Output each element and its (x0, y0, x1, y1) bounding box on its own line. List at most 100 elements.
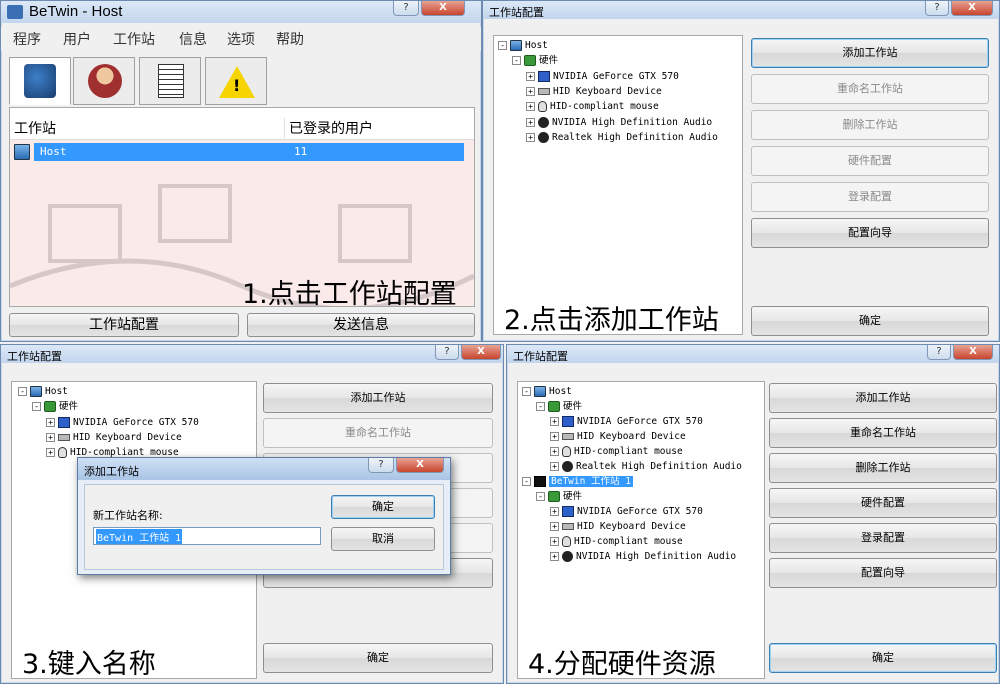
exclamation-icon: ! (233, 76, 241, 95)
ok-button[interactable]: 确定 (751, 306, 989, 336)
tree-device-audio-realtek[interactable]: + Realtek High Definition Audio (526, 130, 718, 145)
hardware-config-button[interactable]: 硬件配置 (751, 146, 989, 176)
config-wizard-button[interactable]: 配置向导 (769, 558, 997, 588)
close-button[interactable]: X (396, 458, 444, 473)
hardware-icon (524, 55, 536, 66)
tree-device-gpu[interactable]: + NVIDIA GeForce GTX 570 (526, 69, 679, 84)
column-workstation[interactable]: 工作站 (14, 118, 56, 138)
tree-node-hardware[interactable]: - 硬件 (536, 399, 582, 414)
expand-icon: + (46, 448, 55, 457)
hardware-config-button[interactable]: 硬件配置 (769, 488, 997, 518)
rename-workstation-button[interactable]: 重命名工作站 (751, 74, 989, 104)
workstation-config-button[interactable]: 工作站配置 (9, 313, 239, 337)
help-button[interactable]: ? (927, 345, 951, 360)
menu-user[interactable]: 用户 (63, 29, 91, 49)
add-dialog-title: 添加工作站 (84, 465, 139, 478)
help-button[interactable]: ? (925, 1, 949, 16)
host-titlebar: BeTwin - Host ? X (1, 1, 481, 23)
tab-messages[interactable] (139, 57, 201, 105)
close-button[interactable]: X (953, 345, 993, 360)
login-config-button[interactable]: 登录配置 (769, 523, 997, 553)
add-dialog-body: 新工作站名称: BeTwin 工作站 1 确定 取消 (84, 484, 444, 570)
station-device-audio[interactable]: + NVIDIA High Definition Audio (550, 549, 736, 564)
expand-icon: + (550, 552, 559, 561)
tree-device-audio-realtek[interactable]: + Realtek High Definition Audio (550, 459, 742, 474)
config-dialog-step4: 工作站配置 ? X - Host - 硬件 + NVIDIA GeForce GTX … (506, 344, 1000, 684)
keyboard-icon (562, 433, 574, 440)
app-icon (7, 5, 23, 19)
tree-node-host[interactable]: - Host (18, 384, 68, 399)
tree-device-gpu[interactable]: + NVIDIA GeForce GTX 570 (46, 415, 199, 430)
delete-workstation-button[interactable]: 删除工作站 (769, 453, 997, 483)
send-message-button[interactable]: 发送信息 (247, 313, 475, 337)
workstations-icon (24, 64, 56, 98)
collapse-icon: - (498, 41, 507, 50)
station-device-gpu[interactable]: + NVIDIA GeForce GTX 570 (550, 504, 703, 519)
station-device-mouse[interactable]: + HID-compliant mouse (550, 534, 683, 549)
config-dialog-step2: 工作站配置 ? X - Host - 硬件 + NVIDIA GeForce GTX … (482, 0, 1000, 342)
expand-icon: + (526, 133, 535, 142)
help-button[interactable]: ? (368, 458, 394, 473)
menu-workstation[interactable]: 工作站 (113, 29, 155, 49)
config-titlebar: 工作站配置 ? X (1, 345, 503, 363)
login-config-button[interactable]: 登录配置 (751, 182, 989, 212)
tree-device-mouse[interactable]: + HID-compliant mouse (526, 99, 659, 114)
config-title: 工作站配置 (489, 6, 544, 19)
tree-device-gpu[interactable]: + NVIDIA GeForce GTX 570 (550, 414, 703, 429)
tree-device-mouse[interactable]: + HID-compliant mouse (550, 444, 683, 459)
tree-device-keyboard[interactable]: + HID Keyboard Device (526, 84, 662, 99)
audio-icon (562, 461, 573, 472)
add-workstation-button[interactable]: 添加工作站 (769, 383, 997, 413)
ok-button[interactable]: 确定 (263, 643, 493, 673)
close-button[interactable]: X (951, 1, 993, 16)
step4-caption: 4.分配硬件资源 (528, 649, 716, 680)
device-tree: - Host - 硬件 + NVIDIA GeForce GTX 570 + HID K… (493, 35, 743, 336)
tree-node-hardware[interactable]: - 硬件 (32, 399, 78, 414)
tree-device-keyboard[interactable]: + HID Keyboard Device (550, 429, 686, 444)
tree-node-hardware[interactable]: - 硬件 (512, 53, 558, 68)
tab-alerts[interactable]: ! (205, 57, 267, 105)
close-button[interactable]: X (421, 1, 465, 16)
menu-info[interactable]: 信息 (179, 29, 207, 49)
add-cancel-button[interactable]: 取消 (331, 527, 435, 551)
add-dialog-titlebar: 添加工作站 ? X (78, 458, 450, 480)
menu-options[interactable]: 选项 (227, 29, 255, 49)
expand-icon: + (526, 87, 535, 96)
computer-icon (534, 386, 546, 397)
delete-workstation-button[interactable]: 删除工作站 (751, 110, 989, 140)
help-button[interactable]: ? (435, 345, 459, 360)
monitor-icon (562, 416, 574, 427)
host-user-count: 11 (294, 145, 308, 158)
tree-device-keyboard[interactable]: + HID Keyboard Device (46, 430, 182, 445)
window-title: BeTwin - Host (29, 3, 123, 20)
help-button[interactable]: ? (393, 1, 419, 16)
workstation-row-host[interactable]: Host 11 (34, 143, 464, 161)
config-titlebar: 工作站配置 ? X (483, 1, 999, 19)
tree-node-betwin-station[interactable]: - BeTwin 工作站 1 (522, 474, 633, 489)
tree-node-host[interactable]: - Host (522, 384, 572, 399)
keyboard-icon (58, 434, 70, 441)
menu-help[interactable]: 帮助 (276, 29, 304, 49)
monitor-icon (58, 417, 70, 428)
tab-workstations[interactable] (9, 57, 71, 105)
menu-program[interactable]: 程序 (13, 29, 41, 49)
add-ok-button[interactable]: 确定 (331, 495, 435, 519)
expand-icon: + (46, 433, 55, 442)
computer-icon (510, 40, 522, 51)
tab-users[interactable] (73, 57, 135, 105)
ok-button[interactable]: 确定 (769, 643, 997, 673)
add-workstation-button[interactable]: 添加工作站 (263, 383, 493, 413)
new-name-input[interactable]: BeTwin 工作站 1 (93, 527, 321, 545)
tree-node-host[interactable]: - Host (498, 38, 548, 53)
add-workstation-button[interactable]: 添加工作站 (751, 38, 989, 68)
config-dialog-step3: 工作站配置 ? X - Host - 硬件 + NVIDIA GeForce GTX … (0, 344, 504, 684)
tree-device-audio-nvidia[interactable]: + NVIDIA High Definition Audio (526, 115, 712, 130)
close-button[interactable]: X (461, 345, 501, 360)
rename-workstation-button[interactable]: 重命名工作站 (263, 418, 493, 448)
config-wizard-button[interactable]: 配置向导 (751, 218, 989, 248)
column-logged-users[interactable]: 已登录的用户 (284, 118, 373, 138)
tree-node-station-hardware[interactable]: - 硬件 (536, 489, 582, 504)
station-device-keyboard[interactable]: + HID Keyboard Device (550, 519, 686, 534)
host-window: BeTwin - Host ? X 程序 用户 工作站 信息 选项 帮助 ! 工… (0, 0, 482, 342)
rename-workstation-button[interactable]: 重命名工作站 (769, 418, 997, 448)
